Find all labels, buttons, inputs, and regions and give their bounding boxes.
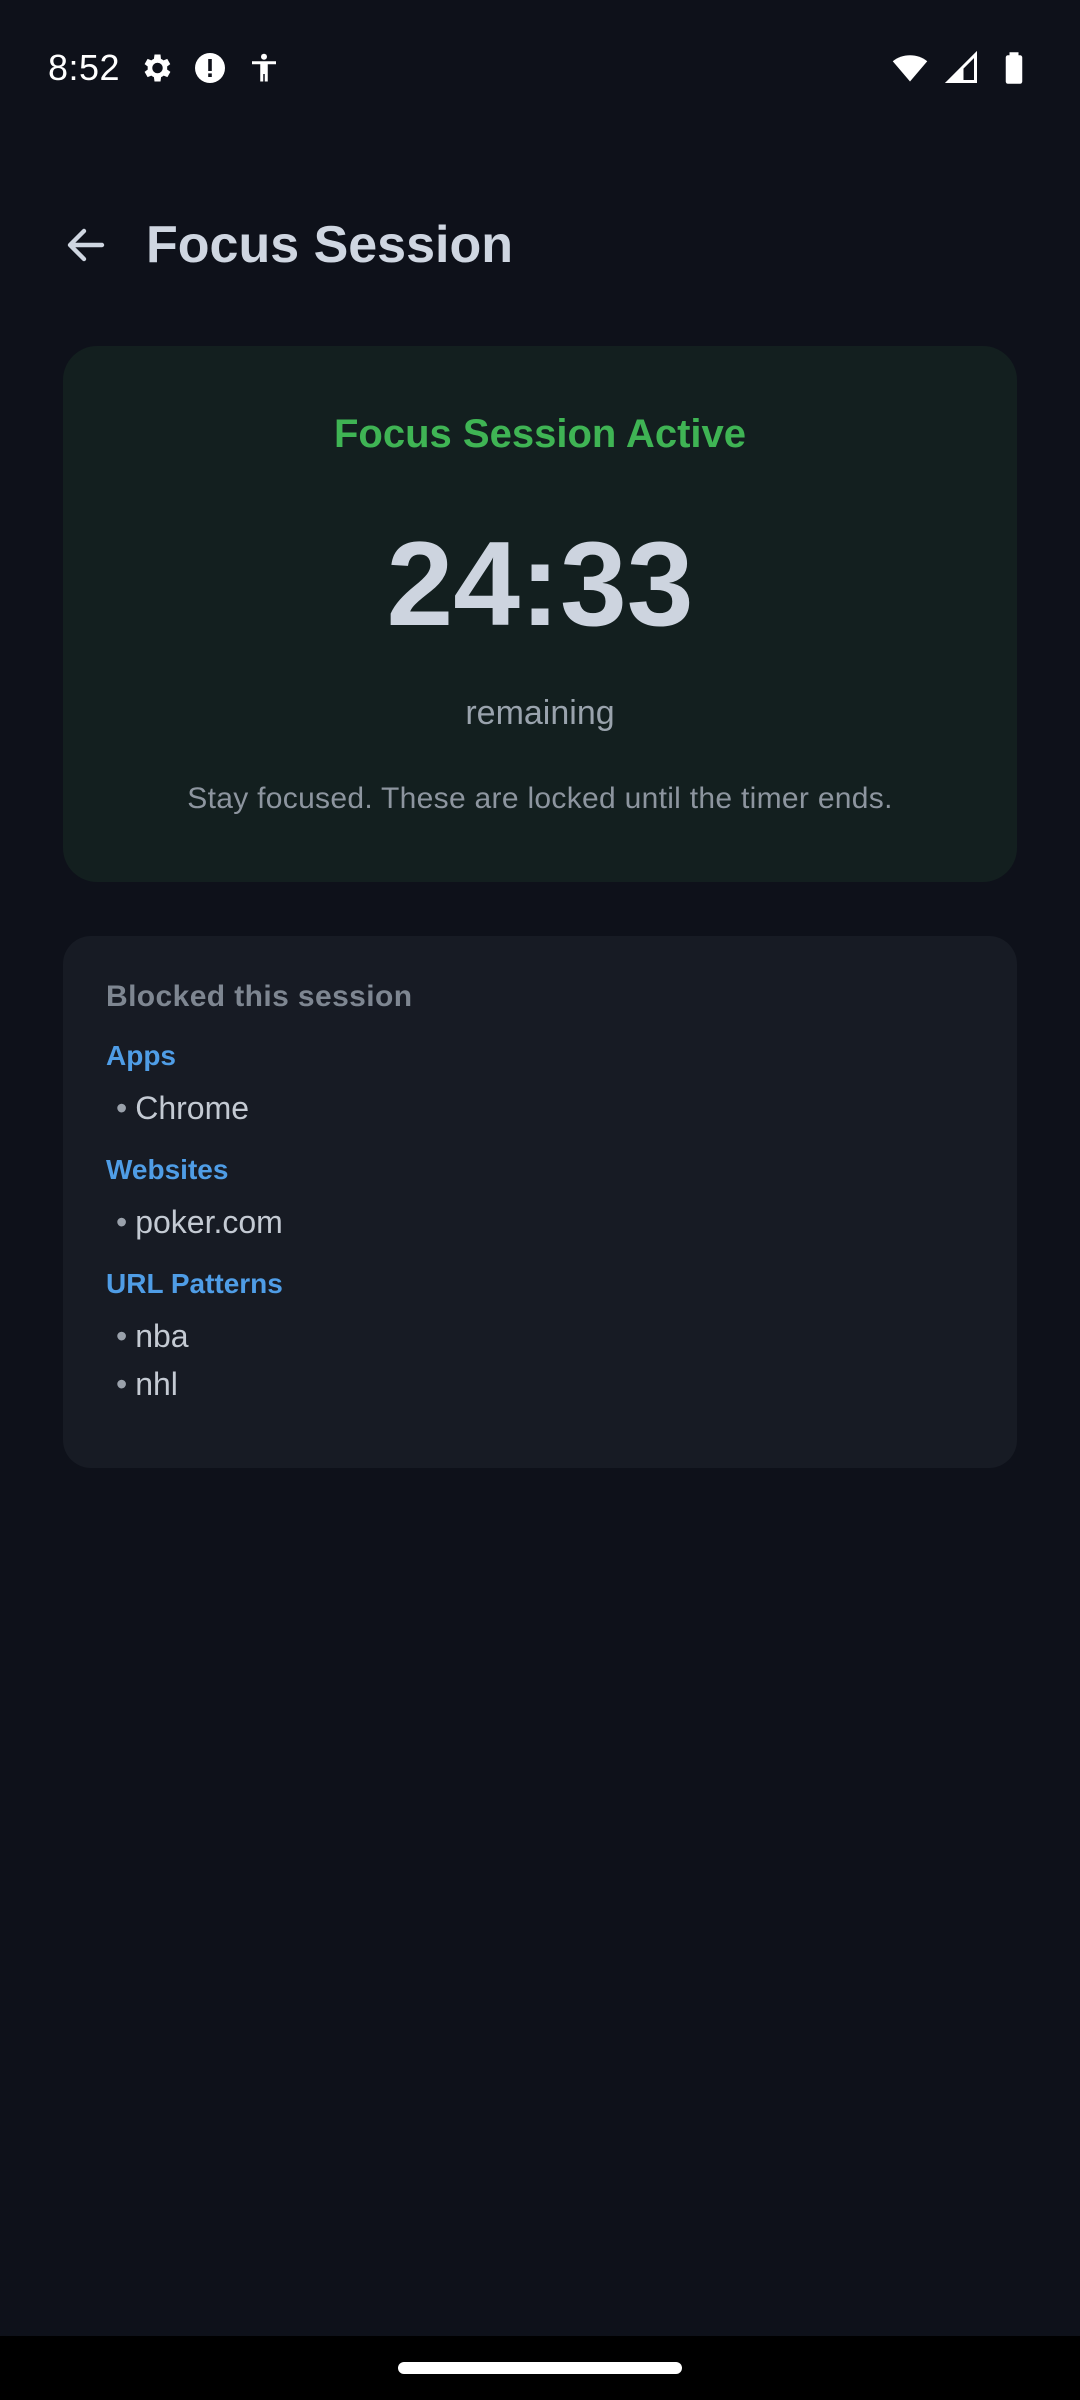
list-item: • nba [106,1312,974,1360]
app-bar: Focus Session [0,190,1080,300]
home-indicator[interactable] [398,2362,682,2374]
gear-icon [138,50,174,86]
page-title: Focus Session [146,216,513,274]
arrow-left-icon [67,228,105,262]
status-bar: 8:52 [0,0,1080,136]
list-item: • nhl [106,1360,974,1408]
status-left: 8:52 [48,47,282,89]
blocked-pattern: nhl [135,1366,178,1402]
list-item: • poker.com [106,1198,974,1246]
websites-section-label: Websites [106,1154,229,1185]
status-right [892,50,1032,86]
bullet: • [116,1090,128,1126]
session-message: Stay focused. These are locked until the… [187,782,893,815]
wifi-icon [892,50,928,86]
alert-icon [192,50,228,86]
session-status: Focus Session Active [334,412,746,456]
bullet: • [116,1318,128,1354]
blocked-list-card: Blocked this session Apps • Chrome Websit… [63,936,1017,1468]
apps-section-label: Apps [106,1040,176,1071]
signal-icon [944,50,980,86]
blocked-heading: Blocked this session [106,980,413,1013]
blocked-app-name: Chrome [135,1090,250,1126]
bullet: • [116,1204,128,1240]
battery-icon [996,50,1032,86]
countdown-timer: 24:33 [386,517,694,651]
focus-session-screen: 8:52 Focus Session Focus Session Active … [0,0,1080,2400]
bullet: • [116,1366,128,1402]
status-time: 8:52 [48,47,121,88]
accessibility-icon [246,50,282,86]
session-status-card: Focus Session Active 24:33 remaining Sta… [63,346,1017,882]
blocked-website-name: poker.com [135,1204,283,1240]
back-button[interactable] [56,215,116,275]
remaining-label: remaining [465,694,615,732]
url-patterns-section-label: URL Patterns [106,1268,283,1299]
list-item: • Chrome [106,1084,974,1132]
blocked-pattern: nba [135,1318,189,1354]
